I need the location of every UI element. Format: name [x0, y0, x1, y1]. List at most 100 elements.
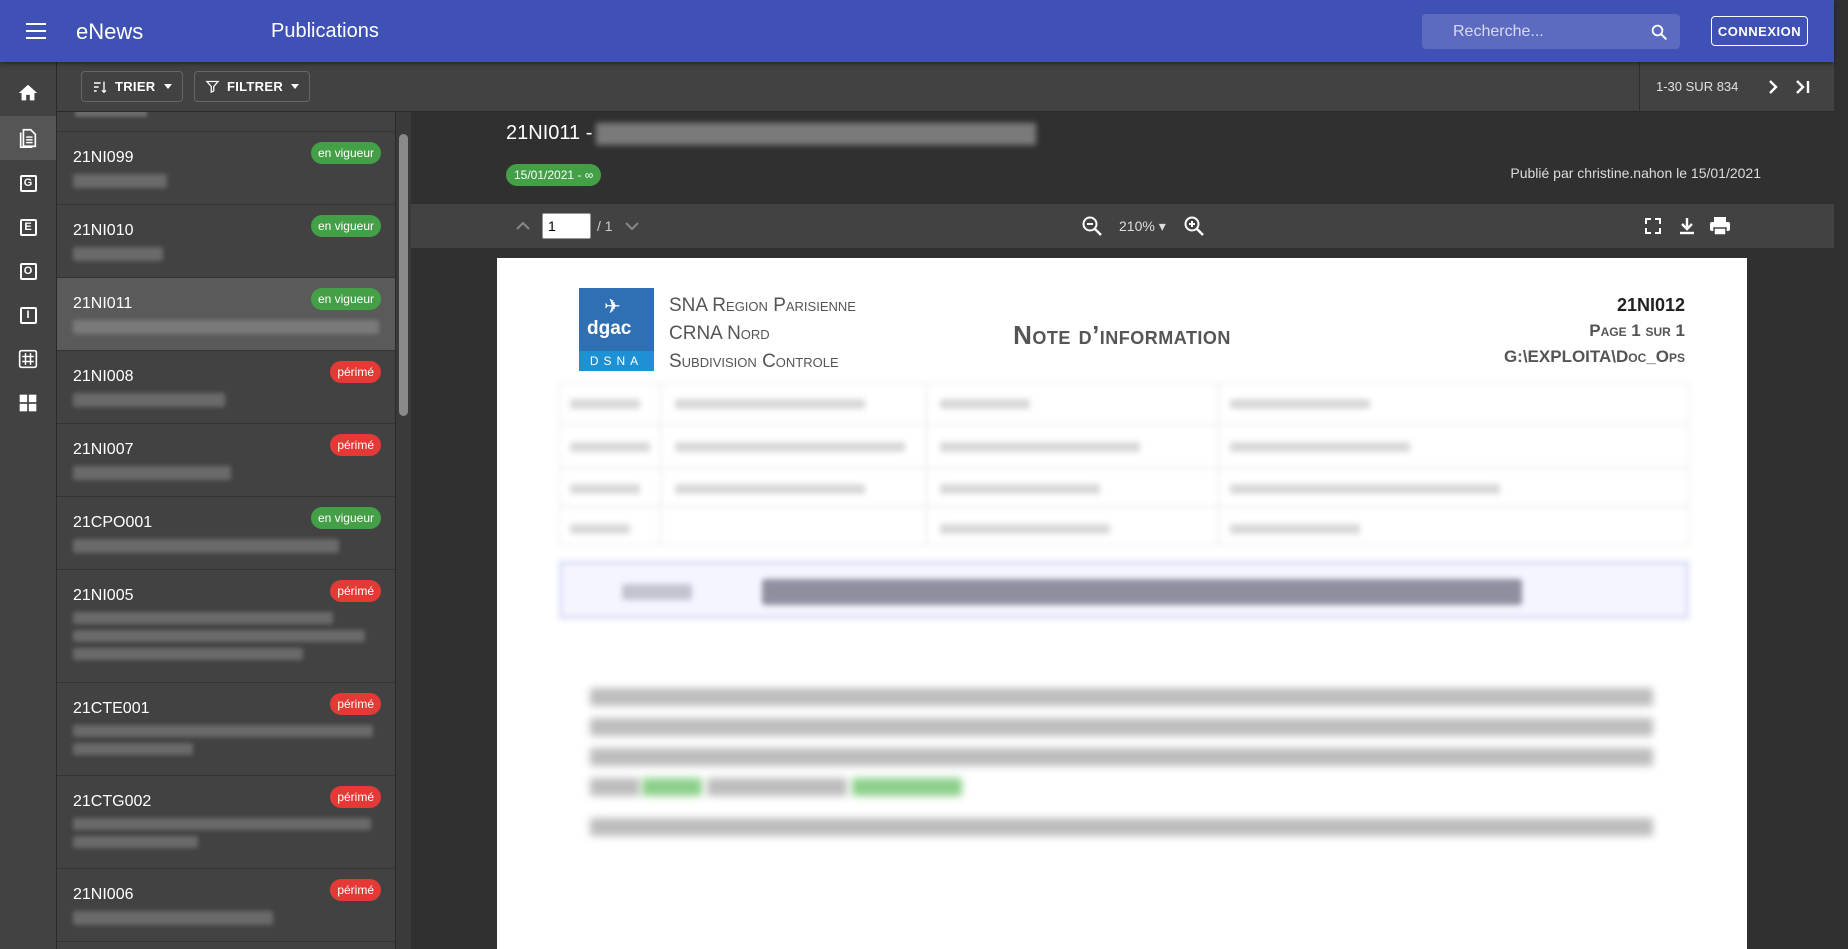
chevron-right-icon[interactable] [1761, 75, 1785, 99]
status-badge: en vigueur [310, 507, 381, 529]
redacted-info-table [559, 383, 1690, 546]
app-name[interactable]: eNews [76, 19, 143, 45]
nav-rail: G E O I [0, 62, 57, 949]
item-description [73, 836, 198, 848]
list-item-partial [57, 112, 395, 132]
redacted-paragraph-line [707, 778, 847, 796]
chevron-down-icon[interactable] [620, 214, 644, 238]
document-header: 21NI011 - 15/01/2021 - ∞ Publié par chri… [411, 112, 1834, 204]
redacted-subject [559, 561, 1689, 619]
item-code: 21CPO001 [73, 514, 153, 531]
rail-item-dashboard[interactable] [0, 381, 56, 425]
org-line: SNA Region Parisienne [669, 295, 856, 316]
list-toolbar: TRIER FILTRER 1-30 SUR 834 [57, 62, 1834, 112]
status-badge: périmé [330, 879, 381, 901]
zoom-in-icon[interactable] [1182, 214, 1206, 238]
sort-icon [94, 81, 107, 93]
item-code: 21NI006 [73, 886, 134, 903]
item-description [73, 612, 333, 624]
list-item[interactable]: 21NI007 périmé [57, 424, 395, 497]
sort-label: TRIER [115, 79, 156, 94]
list-item[interactable]: 21CPO001 en vigueur [57, 497, 395, 570]
pagination: 1-30 SUR 834 [1639, 62, 1834, 112]
status-badge: périmé [330, 361, 381, 383]
g-icon: G [19, 174, 37, 192]
chevron-up-icon[interactable] [511, 214, 535, 238]
logo-subtext: DSNA [579, 351, 654, 371]
search-icon[interactable] [1650, 23, 1668, 41]
redacted-paragraph-line [642, 778, 702, 796]
item-code: 21NI008 [73, 368, 134, 385]
search-input[interactable] [1422, 14, 1642, 49]
ref-code: 21NI012 [1616, 295, 1685, 315]
list-item-selected[interactable]: 21NI011 en vigueur [57, 278, 395, 351]
scrollbar-thumb[interactable] [399, 134, 408, 416]
o-icon: O [19, 262, 37, 280]
last-page-icon[interactable] [1791, 75, 1815, 99]
status-badge: en vigueur [310, 288, 381, 310]
document-title: 21NI011 - [506, 122, 1037, 145]
status-badge: en vigueur [310, 215, 381, 237]
list-scrollbar[interactable] [396, 112, 411, 949]
item-description [73, 466, 231, 480]
list-item[interactable]: 21NI006 périmé [57, 869, 395, 942]
list-item[interactable]: 21CTE001 périmé [57, 683, 395, 776]
search-box [1422, 14, 1680, 49]
list-item[interactable]: 21NI010 en vigueur [57, 205, 395, 278]
item-description [73, 247, 163, 261]
list-item[interactable]: 21NI099 en vigueur [57, 132, 395, 205]
item-description [73, 539, 339, 553]
published-info: Publié par christine.nahon le 15/01/2021 [1510, 165, 1761, 181]
page-total: / 1 [597, 218, 613, 234]
dashboard-icon [19, 394, 37, 412]
status-badge: périmé [330, 434, 381, 456]
item-description [73, 648, 303, 660]
filter-icon [205, 80, 220, 94]
publication-list: 21NI099 en vigueur 21NI010 en vigueur 21… [57, 112, 396, 949]
org-line: Subdivision Controle [669, 351, 839, 372]
plane-icon: ✈ [604, 296, 621, 318]
login-button[interactable]: CONNEXION [1711, 16, 1808, 46]
item-description [73, 911, 273, 925]
page-number-input[interactable] [542, 213, 591, 239]
item-description [73, 818, 371, 830]
download-icon[interactable] [1675, 214, 1699, 238]
e-icon: E [19, 218, 37, 236]
rail-item-i[interactable]: I [0, 293, 56, 337]
rail-item-o[interactable]: O [0, 249, 56, 293]
item-code: 21CTG002 [73, 793, 152, 810]
filter-label: FILTRER [227, 79, 284, 94]
rail-item-g[interactable]: G [0, 161, 56, 205]
list-item[interactable]: 21NI008 périmé [57, 351, 395, 424]
rail-item-publications[interactable] [0, 116, 56, 160]
rail-item-home[interactable] [0, 71, 56, 115]
status-badge: en vigueur [310, 142, 381, 164]
menu-icon[interactable] [18, 17, 54, 45]
item-description [73, 174, 167, 188]
rail-item-hash[interactable] [0, 337, 56, 381]
validity-badge: 15/01/2021 - ∞ [506, 164, 602, 186]
redacted-paragraph-line [590, 748, 1653, 766]
zoom-out-icon[interactable] [1080, 214, 1104, 238]
list-item[interactable]: 21NI005 périmé [57, 570, 395, 683]
hash-icon [18, 349, 38, 369]
zoom-select[interactable]: 210% ▾ [1119, 218, 1166, 235]
rail-item-e[interactable]: E [0, 205, 56, 249]
zoom-value: 210% [1119, 218, 1155, 234]
redacted-paragraph-line [590, 778, 640, 796]
home-icon [18, 84, 38, 101]
sort-button[interactable]: TRIER [81, 71, 183, 102]
print-icon[interactable] [1708, 214, 1732, 238]
item-description [73, 743, 193, 755]
document-code: 21NI011 - [506, 122, 593, 144]
redacted-paragraph-line [590, 818, 1653, 836]
document-view: 21NI011 - 15/01/2021 - ∞ Publié par chri… [411, 112, 1834, 949]
filter-button[interactable]: FILTRER [194, 71, 311, 102]
ref-page: Page 1 sur 1 [1589, 321, 1685, 340]
list-item[interactable]: 21CTG002 périmé [57, 776, 395, 869]
item-code: 21NI011 [73, 295, 133, 312]
item-code: 21NI005 [73, 587, 134, 604]
status-badge: périmé [330, 786, 381, 808]
fullscreen-icon[interactable] [1641, 214, 1665, 238]
item-description [73, 630, 365, 642]
